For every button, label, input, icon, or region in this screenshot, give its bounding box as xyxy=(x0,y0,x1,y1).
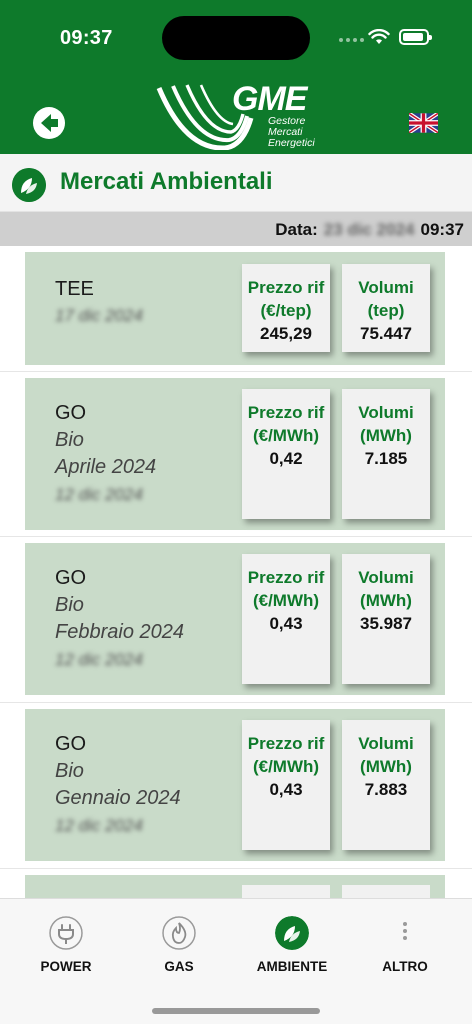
volume-value: 7.883 xyxy=(364,780,408,799)
date-time: 09:37 xyxy=(420,220,464,239)
volume-value: 75.447 xyxy=(360,324,412,343)
card-date-blurred: 12 dic 2024 xyxy=(55,816,143,835)
battery-icon xyxy=(399,29,432,45)
divider xyxy=(0,868,472,869)
card-title: GO xyxy=(55,567,87,589)
price-value: 0,43 xyxy=(269,614,303,633)
card-title: GO xyxy=(55,402,87,424)
price-box: Prezzo rif (€/MWh) 0,43 xyxy=(242,554,330,684)
card-date-blurred: 12 dic 2024 xyxy=(55,485,143,504)
tab-label: AMBIENTE xyxy=(256,959,328,974)
price-box: Prezzo rif (€/tep) 245,29 xyxy=(242,264,330,352)
logo-subtitle: Gestore Mercati Energetici xyxy=(268,115,315,149)
price-value: 0,43 xyxy=(269,780,303,799)
card-subtitle: Bio xyxy=(55,594,84,616)
status-bar: 09:37 xyxy=(0,0,472,70)
price-value: 245,29 xyxy=(260,324,312,343)
tab-label: ALTRO xyxy=(382,959,428,974)
price-box: Prezzo rif (€/MWh) 0,42 xyxy=(242,389,330,519)
card-subtitle: Bio xyxy=(55,760,84,782)
plug-icon xyxy=(49,916,83,950)
card-subtitle: Bio xyxy=(55,429,84,451)
leaf-icon xyxy=(12,168,46,202)
card-date-blurred: 17 dic 2024 xyxy=(55,306,143,325)
volume-value: 35.987 xyxy=(360,614,412,633)
tab-gas[interactable]: GAS xyxy=(134,916,224,974)
section-title: Mercati Ambientali xyxy=(60,168,273,195)
home-indicator[interactable] xyxy=(152,1008,320,1014)
card-title: GO xyxy=(55,733,87,755)
tab-power[interactable]: POWER xyxy=(21,916,111,974)
more-vertical-icon xyxy=(403,922,407,940)
card-date-blurred: 12 dic 2024 xyxy=(55,650,143,669)
status-time: 09:37 xyxy=(60,27,113,49)
date-row: Data: 23 dic 2024 09:37 xyxy=(275,220,464,240)
tab-altro[interactable]: ALTRO xyxy=(360,916,450,974)
price-box: Prezzo rif (€/MWh) 0,43 xyxy=(242,720,330,850)
flame-icon xyxy=(162,916,196,950)
tab-label: POWER xyxy=(40,959,92,974)
market-card[interactable]: TEE 17 dic 2024 Prezzo rif (€/tep) 245,29… xyxy=(25,252,445,365)
card-period: Aprile 2024 xyxy=(55,456,157,478)
market-card[interactable]: GO Bio Febbraio 2024 12 dic 2024 Prezzo … xyxy=(25,543,445,695)
volume-box: Volumi (MWh) 7.883 xyxy=(342,720,430,850)
wifi-icon xyxy=(368,29,390,44)
volume-value: 7.185 xyxy=(364,449,408,468)
date-label: Data: xyxy=(275,220,318,239)
market-card[interactable]: GO Bio Gennaio 2024 12 dic 2024 Prezzo r… xyxy=(25,709,445,861)
dynamic-island xyxy=(162,16,310,60)
divider xyxy=(0,702,472,703)
uk-flag-icon[interactable] xyxy=(409,113,438,133)
price-value: 0,42 xyxy=(269,449,303,468)
tab-ambiente[interactable]: AMBIENTE xyxy=(247,916,337,974)
logo-text: GME xyxy=(232,80,307,118)
divider xyxy=(0,536,472,537)
market-card[interactable]: GO Bio Aprile 2024 12 dic 2024 Prezzo ri… xyxy=(25,378,445,530)
back-arrow-icon[interactable] xyxy=(32,106,66,140)
card-period: Gennaio 2024 xyxy=(55,787,181,809)
volume-box: Volumi (MWh) 7.185 xyxy=(342,389,430,519)
card-title: TEE xyxy=(55,278,94,300)
card-period: Febbraio 2024 xyxy=(55,621,184,643)
cellular-signal-icon xyxy=(339,38,364,42)
leaf-icon xyxy=(275,916,309,950)
tab-label: GAS xyxy=(164,959,194,974)
divider xyxy=(0,371,472,372)
volume-box: Volumi (MWh) 35.987 xyxy=(342,554,430,684)
date-value-blurred: 23 dic 2024 xyxy=(323,220,415,239)
volume-box: Volumi (tep) 75.447 xyxy=(342,264,430,352)
